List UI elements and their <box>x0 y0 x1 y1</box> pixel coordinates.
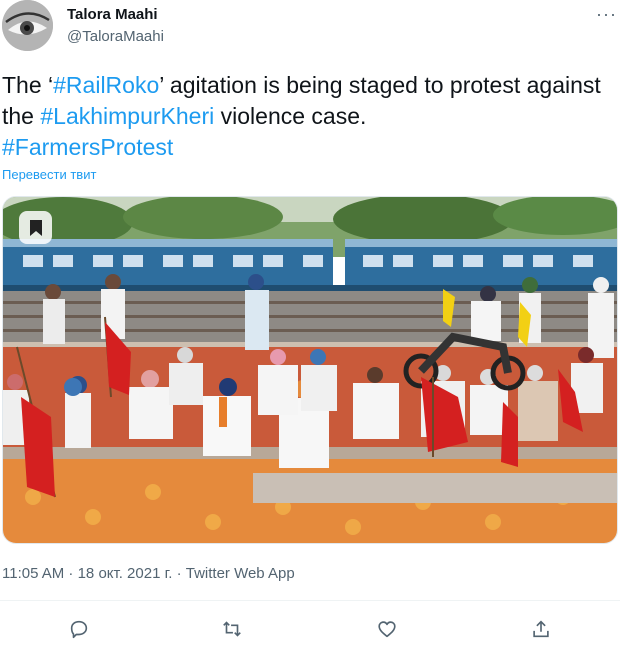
retweet-icon[interactable] <box>217 614 247 644</box>
avatar[interactable] <box>2 0 53 51</box>
translate-tweet-link[interactable]: Перевести твит <box>2 167 96 182</box>
tweet-actions <box>0 606 620 650</box>
user-handle[interactable]: @TaloraMaahi <box>67 28 164 45</box>
tweet-timestamp[interactable]: 11:05 AM · 18 окт. 2021 г. · Twitter Web… <box>2 565 295 582</box>
tweet-text-segment: violence case. <box>214 103 367 129</box>
share-icon[interactable] <box>526 614 556 644</box>
reply-icon[interactable] <box>64 614 94 644</box>
heart-icon[interactable] <box>372 614 402 644</box>
avatar-image <box>2 0 53 51</box>
hashtag-link[interactable]: #RailRoko <box>53 72 159 98</box>
hashtag-link[interactable]: #LakhimpurKheri <box>40 103 214 129</box>
hashtag-link[interactable]: #FarmersProtest <box>2 134 173 160</box>
more-horizontal-icon[interactable]: ··· <box>596 4 617 25</box>
tweet-text: The ‘#RailRoko’ agitation is being stage… <box>2 70 602 163</box>
divider <box>0 600 620 601</box>
protest-photo <box>3 197 617 543</box>
display-name[interactable]: Talora Maahi <box>67 6 158 23</box>
tweet-header: Talora Maahi @TaloraMaahi ··· <box>0 0 620 56</box>
tweet-text-segment: The ‘ <box>2 72 54 98</box>
tweet-photo[interactable] <box>2 196 618 544</box>
tweet-card: Talora Maahi @TaloraMaahi ··· The ‘#Rail… <box>0 0 620 653</box>
bookmark-icon[interactable] <box>19 211 52 244</box>
